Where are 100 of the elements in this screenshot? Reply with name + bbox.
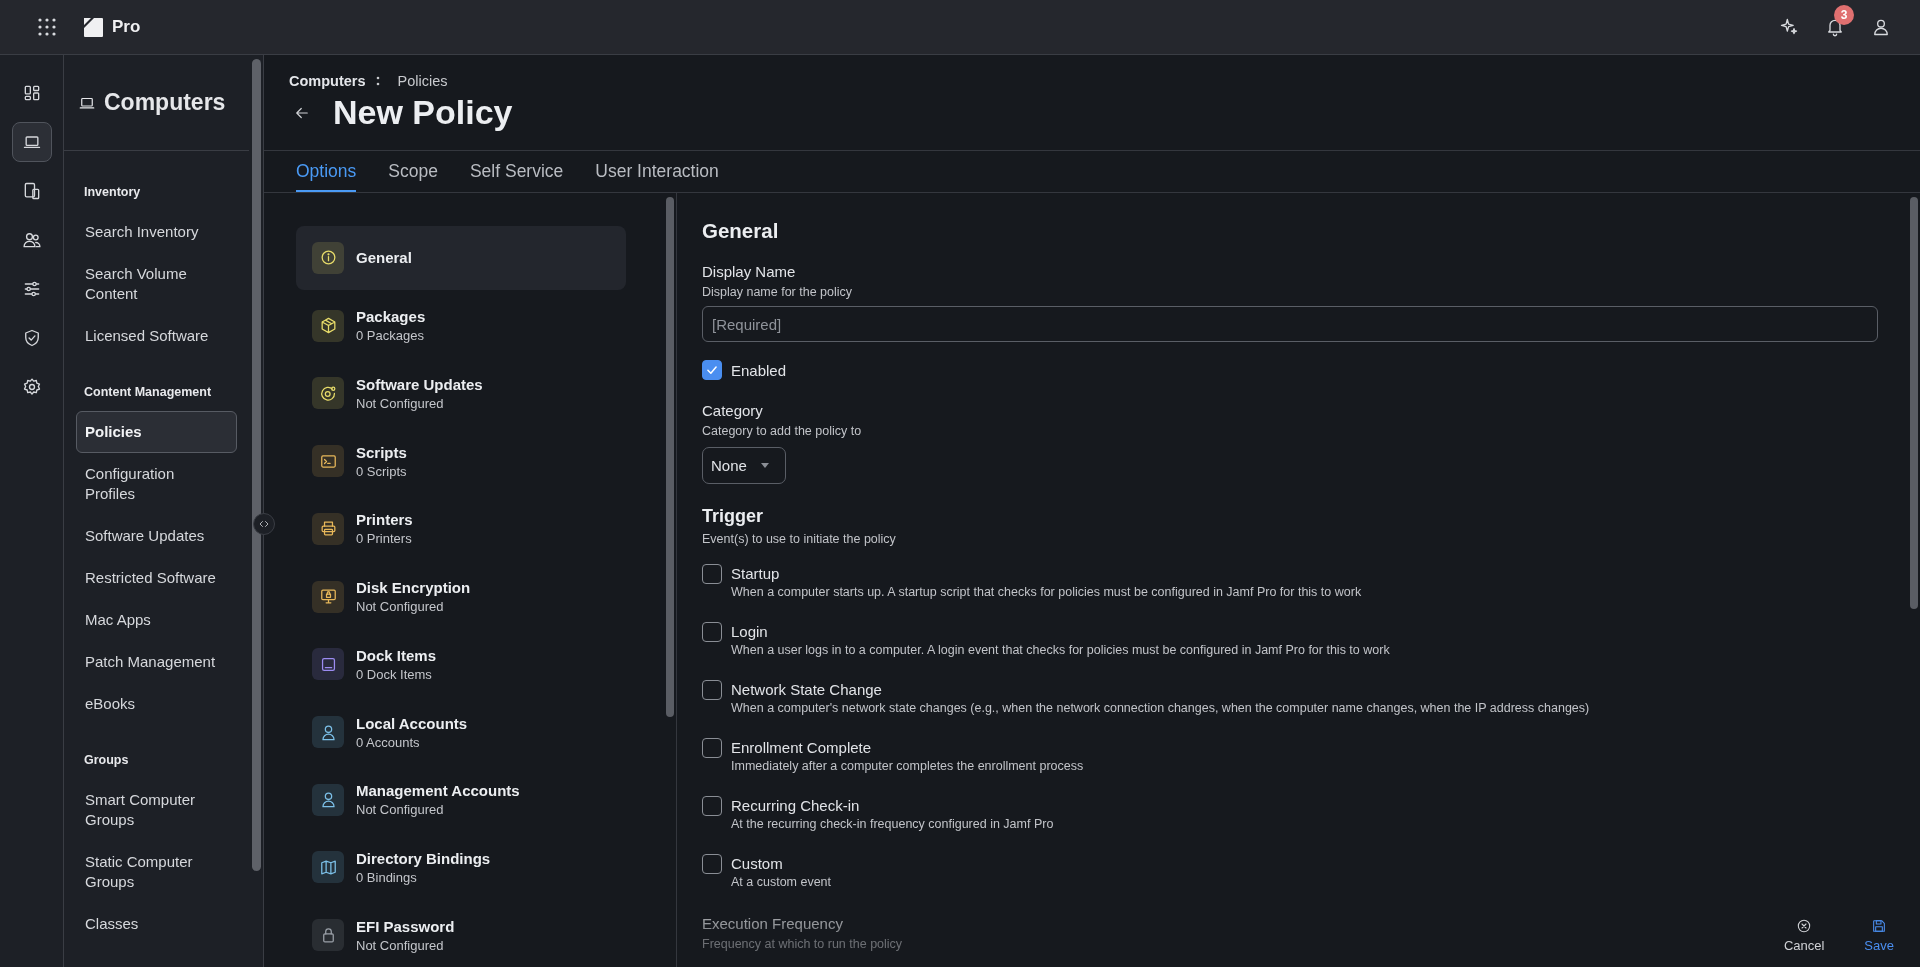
option-title: Scripts — [356, 443, 407, 461]
sidebar-item[interactable]: Patch Management — [76, 641, 237, 683]
save-button[interactable]: Save — [1860, 914, 1898, 957]
sidebar-item[interactable]: Search Inventory — [76, 211, 237, 253]
option-item[interactable]: General — [296, 226, 626, 290]
section-heading: Content Management — [83, 384, 213, 401]
section-title: General — [702, 219, 780, 243]
option-title: Software Updates — [356, 375, 483, 393]
option-status: 0 Packages — [356, 328, 425, 344]
option-item[interactable]: Printers 0 Printers — [296, 496, 626, 561]
section-heading: Groups — [83, 752, 130, 769]
option-title: Packages — [356, 308, 426, 326]
sidebar-item[interactable]: Policies — [76, 411, 237, 453]
option-title: Dock Items — [356, 646, 437, 664]
check-icon — [705, 363, 719, 377]
option-title: Printers — [356, 511, 413, 529]
sidebar-item[interactable]: Restricted Software — [76, 557, 237, 599]
option-status: Not Configured — [356, 802, 445, 818]
option-status: 0 Dock Items — [356, 666, 433, 682]
option-status: Not Configured — [356, 395, 445, 411]
tab[interactable]: User Interaction — [595, 151, 719, 192]
sidebar-item[interactable]: Static Computer Groups — [76, 841, 237, 903]
checkbox[interactable] — [702, 360, 722, 380]
option-item[interactable]: Software Updates Not Configured — [296, 361, 626, 426]
tab[interactable]: Self Service — [469, 151, 564, 192]
checkbox[interactable] — [702, 796, 722, 816]
product-name: Pro — [112, 17, 141, 37]
logo-icon — [82, 16, 104, 38]
option-title: EFI Password — [356, 917, 455, 935]
field-hint: Display name for the policy — [702, 285, 854, 299]
tab[interactable]: Scope — [388, 151, 438, 192]
checkbox[interactable] — [702, 622, 722, 642]
cancel-icon — [1796, 918, 1813, 934]
field-hint: Event(s) to use to initiate the policy — [702, 532, 897, 546]
checkbox-description: When a computer starts up. A startup script that checks for policies must be configured in Jamf Pro for this to work — [731, 585, 1362, 599]
sidebar-item[interactable]: Configuration Profiles — [76, 453, 237, 515]
checkbox-description: Immediately after a computer completes the enrollment process — [731, 759, 1084, 773]
option-status: 0 Scripts — [356, 463, 407, 479]
field-label: Category — [702, 402, 764, 419]
display-name-field[interactable]: [Required] — [702, 306, 1878, 342]
option-item[interactable]: Packages 0 Packages — [296, 293, 626, 358]
sidebar-item[interactable]: eBooks — [76, 683, 237, 725]
option-status: Not Configured — [356, 599, 445, 615]
option-title: Local Accounts — [356, 714, 468, 732]
option-item[interactable]: EFI Password Not Configured — [296, 903, 626, 967]
sidebar-item[interactable]: Classes — [76, 903, 237, 945]
checkbox-label: Network State Change — [731, 681, 883, 698]
option-status: 0 Printers — [356, 531, 413, 547]
checkbox[interactable] — [702, 564, 722, 584]
option-title: Directory Bindings — [356, 849, 491, 867]
breadcrumb-link[interactable]: Computers — [289, 73, 366, 89]
checkbox-description: At a custom event — [731, 875, 832, 889]
checkbox-description: At the recurring check-in frequency configured in Jamf Pro — [731, 817, 1054, 831]
checkbox-label: Recurring Check-in — [731, 797, 861, 814]
field-hint: Category to add the policy to — [702, 424, 863, 438]
scrollbar-thumb[interactable] — [1910, 197, 1918, 609]
option-title: Disk Encryption — [356, 579, 471, 597]
option-item[interactable]: Dock Items 0 Dock Items — [296, 632, 626, 697]
section-heading: Inventory — [83, 184, 142, 201]
field-hint: Frequency at which to run the policy — [702, 937, 903, 951]
option-status: 0 Accounts — [356, 734, 421, 750]
checkbox[interactable] — [702, 738, 722, 758]
sidebar-item[interactable]: Mac Apps — [76, 599, 237, 641]
sidebar-item[interactable]: Search Volume Content — [76, 253, 237, 315]
sidebar-item[interactable]: Software Updates — [76, 515, 237, 557]
cancel-button[interactable]: Cancel — [1779, 914, 1829, 957]
laptop-icon[interactable] — [11, 122, 52, 162]
checkbox-label: Login — [731, 623, 769, 640]
save-icon — [1871, 918, 1888, 934]
scrollbar-thumb[interactable] — [666, 197, 674, 717]
tab[interactable]: Options — [296, 151, 357, 192]
checkbox-description: When a computer's network state changes (e.g., when the network connection changes, when the computer name changes, when the IP address changes) — [731, 701, 1590, 715]
checkbox-label: Custom — [731, 855, 784, 872]
breadcrumb-current: Policies — [397, 73, 448, 89]
category-dropdown[interactable]: None — [702, 447, 786, 484]
option-item[interactable]: Scripts 0 Scripts — [296, 429, 626, 493]
field-label: Execution Frequency — [702, 915, 843, 932]
checkbox-description: When a user logs in to a computer. A login event that checks for policies must be configured in Jamf Pro for this to work — [731, 643, 1390, 657]
checkbox-label: Enrollment Complete — [731, 739, 873, 756]
option-status: 0 Bindings — [356, 869, 418, 885]
separator-icon — [375, 76, 380, 86]
collapse-handle[interactable] — [253, 513, 275, 535]
scrollbar-thumb[interactable] — [251, 59, 261, 871]
option-status: Not Configured — [356, 937, 445, 953]
option-item[interactable]: Disk Encryption Not Configured — [296, 564, 626, 629]
section-title: Trigger — [702, 506, 764, 527]
notification-badge: 3 — [1834, 5, 1854, 25]
sidebar-item[interactable]: Smart Computer Groups — [76, 779, 237, 841]
option-item[interactable]: Management Accounts Not Configured — [296, 767, 626, 832]
field-label: Display Name — [702, 263, 797, 280]
checkbox-label: Startup — [731, 565, 781, 582]
option-item[interactable]: Directory Bindings 0 Bindings — [296, 835, 626, 900]
checkbox[interactable] — [702, 854, 722, 874]
sidebar-item[interactable]: Licensed Software — [76, 315, 237, 357]
option-title: General — [356, 249, 412, 267]
checkbox[interactable] — [702, 680, 722, 700]
option-item[interactable]: Local Accounts 0 Accounts — [296, 700, 626, 764]
app-grid-icon[interactable] — [36, 16, 58, 38]
option-title: Management Accounts — [356, 782, 520, 800]
page-title: New Policy — [333, 93, 513, 132]
